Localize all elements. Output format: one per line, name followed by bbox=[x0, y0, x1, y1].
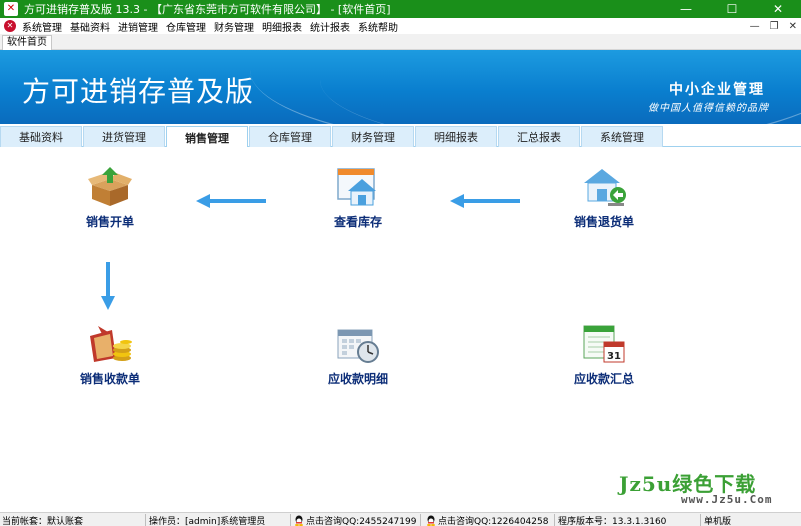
module-view-stock[interactable]: 查看库存 bbox=[310, 165, 406, 230]
banner-slogan: 中小企业管理 bbox=[669, 82, 765, 98]
watermark-url: www.Jz5u.Com bbox=[681, 493, 773, 506]
menu-finance[interactable]: 财务管理 bbox=[214, 19, 254, 34]
banner-subslogan: 做中国人值得信赖的品牌 bbox=[648, 103, 769, 114]
menu-statistics-report[interactable]: 统计报表 bbox=[310, 19, 350, 34]
module-receivable-summary[interactable]: 31 应收款汇总 bbox=[556, 322, 652, 387]
module-label: 查看库存 bbox=[333, 215, 382, 229]
menu-help[interactable]: 系统帮助 bbox=[358, 19, 398, 34]
tab-sales[interactable]: 销售管理 bbox=[166, 126, 248, 148]
warehouse-window-icon bbox=[334, 165, 382, 207]
module-label: 应收款明细 bbox=[327, 372, 388, 386]
flow-arrow-left bbox=[450, 194, 520, 208]
minimize-button[interactable]: — bbox=[663, 0, 709, 18]
app-window: ✕ 方可进销存普及版 13.3 - 【广东省东莞市方可软件有限公司】 - [软件… bbox=[0, 0, 801, 526]
mdi-close-icon[interactable]: ✕ bbox=[789, 21, 797, 32]
tab-summary-report[interactable]: 汇总报表 bbox=[498, 126, 580, 147]
menu-purchase-sales[interactable]: 进销管理 bbox=[118, 19, 158, 34]
status-qq1[interactable]: 点击咨询QQ:2455247199 bbox=[294, 514, 416, 526]
tab-warehouse[interactable]: 仓库管理 bbox=[249, 126, 331, 147]
status-divider bbox=[145, 514, 146, 526]
tab-finance[interactable]: 财务管理 bbox=[332, 126, 414, 147]
title-bar: ✕ 方可进销存普及版 13.3 - 【广东省东莞市方可软件有限公司】 - [软件… bbox=[0, 0, 801, 18]
calendar-31-icon: 31 bbox=[580, 322, 628, 364]
sales-workspace: 销售开单 查看库存 销售退货单 销售收款单 应收款明细 31 应收款汇总 bbox=[0, 147, 801, 512]
flow-arrow-down bbox=[101, 262, 115, 310]
module-receivable-detail[interactable]: 应收款明细 bbox=[310, 322, 406, 387]
status-version: 程序版本号：13.3.1.3160 bbox=[558, 517, 667, 526]
window-title: 方可进销存普及版 13.3 - 【广东省东莞市方可软件有限公司】 - [软件首页… bbox=[24, 3, 391, 16]
menu-warehouse[interactable]: 仓库管理 bbox=[166, 19, 206, 34]
svg-text:31: 31 bbox=[607, 351, 621, 362]
qq-icon bbox=[295, 515, 303, 526]
close-button[interactable]: ✕ bbox=[755, 0, 801, 18]
status-bar: 当前帐套：默认账套 操作员：[admin]系统管理员 点击咨询QQ:245524… bbox=[0, 512, 801, 526]
maximize-button[interactable]: ☐ bbox=[709, 0, 755, 18]
menu-bar: ✕ 系统管理 基础资料 进销管理 仓库管理 财务管理 明细报表 统计报表 系统帮… bbox=[0, 18, 801, 34]
menu-detail-report[interactable]: 明细报表 bbox=[262, 19, 302, 34]
qq-icon bbox=[427, 515, 435, 526]
menu-system[interactable]: 系统管理 bbox=[22, 19, 62, 34]
maximize-icon: ☐ bbox=[726, 2, 738, 16]
tab-system[interactable]: 系统管理 bbox=[581, 126, 663, 147]
module-label: 销售收款单 bbox=[79, 372, 140, 386]
doc-tab-home[interactable]: 软件首页 bbox=[2, 35, 52, 50]
close-icon: ✕ bbox=[772, 2, 784, 16]
coins-icon bbox=[86, 322, 134, 364]
document-tab-strip: 软件首页 bbox=[0, 34, 801, 50]
module-sales-receipt[interactable]: 销售收款单 bbox=[62, 322, 158, 387]
module-tabs: 基础资料 进货管理 销售管理 仓库管理 财务管理 明细报表 汇总报表 系统管理 bbox=[0, 124, 801, 148]
mdi-minimize-icon[interactable]: — bbox=[750, 21, 760, 32]
mdi-logo-icon[interactable]: ✕ bbox=[4, 20, 16, 32]
status-divider bbox=[420, 514, 421, 526]
menu-basic-data[interactable]: 基础资料 bbox=[70, 19, 110, 34]
site-watermark: Jz5u绿色下载 www.Jz5u.Com bbox=[619, 468, 771, 506]
status-divider bbox=[700, 514, 701, 526]
module-sales-order[interactable]: 销售开单 bbox=[62, 165, 158, 230]
status-account: 当前帐套：默认账套 bbox=[2, 517, 84, 526]
status-operator: 操作员：[admin]系统管理员 bbox=[149, 517, 266, 526]
module-label: 销售退货单 bbox=[573, 215, 634, 229]
module-label: 销售开单 bbox=[85, 215, 134, 229]
module-sales-return[interactable]: 销售退货单 bbox=[556, 165, 652, 230]
box-upload-icon bbox=[86, 165, 134, 207]
tab-basic-data[interactable]: 基础资料 bbox=[0, 126, 82, 147]
module-label: 应收款汇总 bbox=[573, 372, 634, 386]
app-logo-icon[interactable]: ✕ bbox=[4, 2, 18, 16]
tab-detail-report[interactable]: 明细报表 bbox=[415, 126, 497, 147]
status-qq2[interactable]: 点击咨询QQ:1226404258 bbox=[426, 514, 548, 526]
flow-arrow-left bbox=[196, 194, 266, 208]
tab-purchase[interactable]: 进货管理 bbox=[83, 126, 165, 147]
brand-banner: 方可进销存普及版 中小企业管理 做中国人值得信赖的品牌 bbox=[0, 50, 801, 124]
status-divider bbox=[554, 514, 555, 526]
mdi-restore-icon[interactable]: ❐ bbox=[770, 21, 779, 32]
calendar-clock-icon bbox=[334, 322, 382, 364]
brand-title: 方可进销存普及版 bbox=[22, 75, 255, 108]
warehouse-return-icon bbox=[580, 165, 628, 207]
minimize-icon: — bbox=[680, 2, 692, 16]
status-divider bbox=[290, 514, 291, 526]
status-edition: 单机版 bbox=[704, 517, 732, 526]
